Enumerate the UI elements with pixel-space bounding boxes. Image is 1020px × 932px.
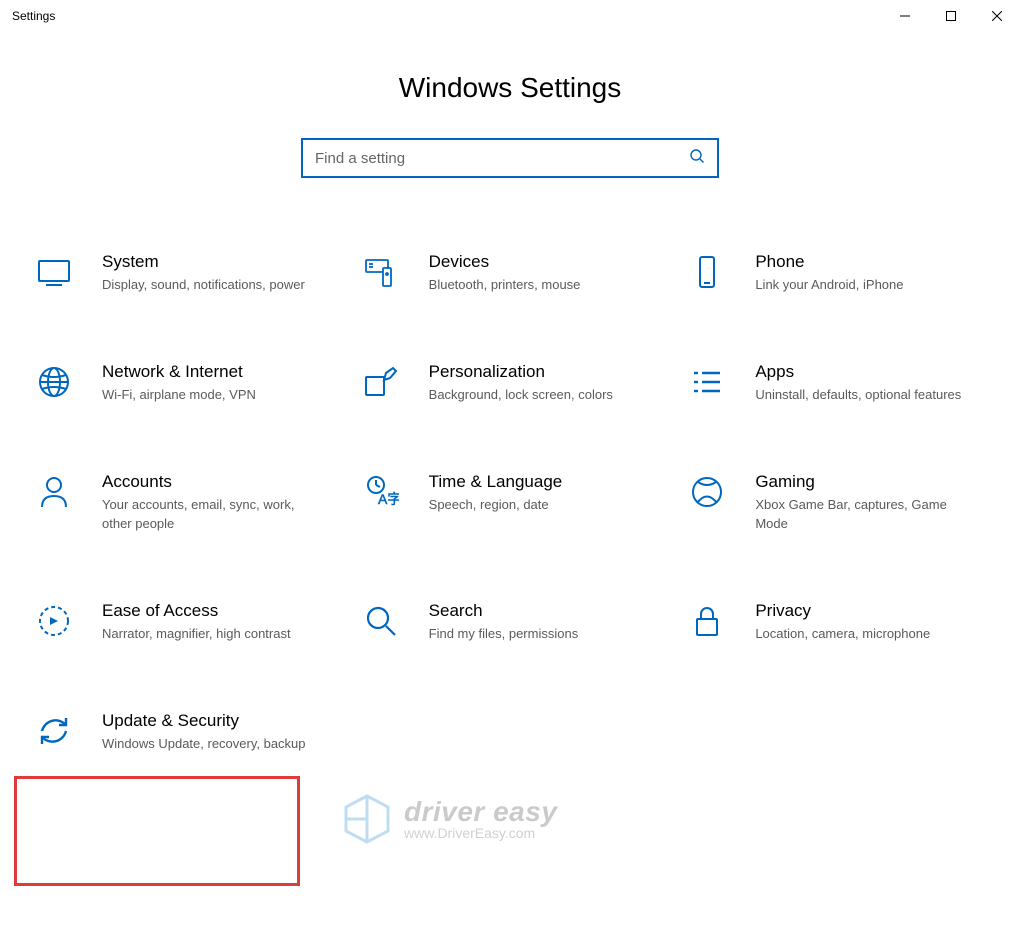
tile-system[interactable]: System Display, sound, notifications, po… bbox=[30, 248, 337, 298]
content: Windows Settings System Display, sound, … bbox=[0, 32, 1020, 757]
tile-desc: Narrator, magnifier, high contrast bbox=[102, 625, 323, 643]
tile-title: Time & Language bbox=[429, 472, 650, 492]
window-controls bbox=[882, 0, 1020, 32]
tiles-grid: System Display, sound, notifications, po… bbox=[24, 248, 996, 757]
tile-devices[interactable]: Devices Bluetooth, printers, mouse bbox=[357, 248, 664, 298]
search-input[interactable] bbox=[315, 150, 689, 167]
tile-title: Privacy bbox=[755, 601, 976, 621]
highlight-box bbox=[14, 776, 300, 886]
tile-title: Apps bbox=[755, 362, 976, 382]
tile-title: Ease of Access bbox=[102, 601, 323, 621]
tile-title: Gaming bbox=[755, 472, 976, 492]
tile-desc: Wi-Fi, airplane mode, VPN bbox=[102, 386, 323, 404]
tile-ease-of-access[interactable]: Ease of Access Narrator, magnifier, high… bbox=[30, 597, 337, 647]
tile-personalization[interactable]: Personalization Background, lock screen,… bbox=[357, 358, 664, 408]
tile-accounts[interactable]: Accounts Your accounts, email, sync, wor… bbox=[30, 468, 337, 536]
apps-icon bbox=[687, 362, 727, 402]
tile-desc: Your accounts, email, sync, work, other … bbox=[102, 496, 323, 532]
tile-update-security[interactable]: Update & Security Windows Update, recove… bbox=[30, 707, 337, 757]
lock-icon bbox=[687, 601, 727, 641]
tile-apps[interactable]: Apps Uninstall, defaults, optional featu… bbox=[683, 358, 990, 408]
tile-desc: Uninstall, defaults, optional features bbox=[755, 386, 976, 404]
watermark-logo-icon bbox=[340, 792, 394, 846]
maximize-icon bbox=[946, 11, 956, 21]
tile-title: Update & Security bbox=[102, 711, 323, 731]
update-icon bbox=[34, 711, 74, 751]
search-wrap bbox=[24, 138, 996, 178]
maximize-button[interactable] bbox=[928, 0, 974, 32]
tile-gaming[interactable]: Gaming Xbox Game Bar, captures, Game Mod… bbox=[683, 468, 990, 536]
watermark-line2: www.DriverEasy.com bbox=[404, 826, 557, 841]
titlebar: Settings bbox=[0, 0, 1020, 32]
search-tile-icon bbox=[361, 601, 401, 641]
person-icon bbox=[34, 472, 74, 512]
tile-title: System bbox=[102, 252, 323, 272]
page-title: Windows Settings bbox=[24, 72, 996, 104]
tile-title: Search bbox=[429, 601, 650, 621]
close-icon bbox=[992, 11, 1002, 21]
devices-icon bbox=[361, 252, 401, 292]
tile-desc: Location, camera, microphone bbox=[755, 625, 976, 643]
tile-title: Network & Internet bbox=[102, 362, 323, 382]
tile-search[interactable]: Search Find my files, permissions bbox=[357, 597, 664, 647]
close-button[interactable] bbox=[974, 0, 1020, 32]
system-icon bbox=[34, 252, 74, 292]
minimize-button[interactable] bbox=[882, 0, 928, 32]
tile-desc: Link your Android, iPhone bbox=[755, 276, 976, 294]
tile-time-language[interactable]: A字 Time & Language Speech, region, date bbox=[357, 468, 664, 536]
search-icon bbox=[689, 148, 705, 169]
time-language-icon: A字 bbox=[361, 472, 401, 512]
phone-icon bbox=[687, 252, 727, 292]
tile-desc: Xbox Game Bar, captures, Game Mode bbox=[755, 496, 976, 532]
xbox-icon bbox=[687, 472, 727, 512]
ease-of-access-icon bbox=[34, 601, 74, 641]
svg-text:A字: A字 bbox=[378, 491, 399, 507]
tile-desc: Background, lock screen, colors bbox=[429, 386, 650, 404]
globe-icon bbox=[34, 362, 74, 402]
tile-privacy[interactable]: Privacy Location, camera, microphone bbox=[683, 597, 990, 647]
tile-title: Accounts bbox=[102, 472, 323, 492]
tile-desc: Windows Update, recovery, backup bbox=[102, 735, 323, 753]
tile-desc: Speech, region, date bbox=[429, 496, 650, 514]
tile-desc: Display, sound, notifications, power bbox=[102, 276, 323, 294]
search-box[interactable] bbox=[301, 138, 719, 178]
watermark-line1: driver easy bbox=[404, 797, 557, 826]
tile-desc: Bluetooth, printers, mouse bbox=[429, 276, 650, 294]
paintbrush-icon bbox=[361, 362, 401, 402]
minimize-icon bbox=[900, 11, 910, 21]
tile-title: Devices bbox=[429, 252, 650, 272]
window-title: Settings bbox=[12, 9, 55, 23]
tile-title: Personalization bbox=[429, 362, 650, 382]
tile-title: Phone bbox=[755, 252, 976, 272]
tile-network[interactable]: Network & Internet Wi-Fi, airplane mode,… bbox=[30, 358, 337, 408]
watermark: driver easy www.DriverEasy.com bbox=[340, 792, 557, 846]
tile-desc: Find my files, permissions bbox=[429, 625, 650, 643]
tile-phone[interactable]: Phone Link your Android, iPhone bbox=[683, 248, 990, 298]
